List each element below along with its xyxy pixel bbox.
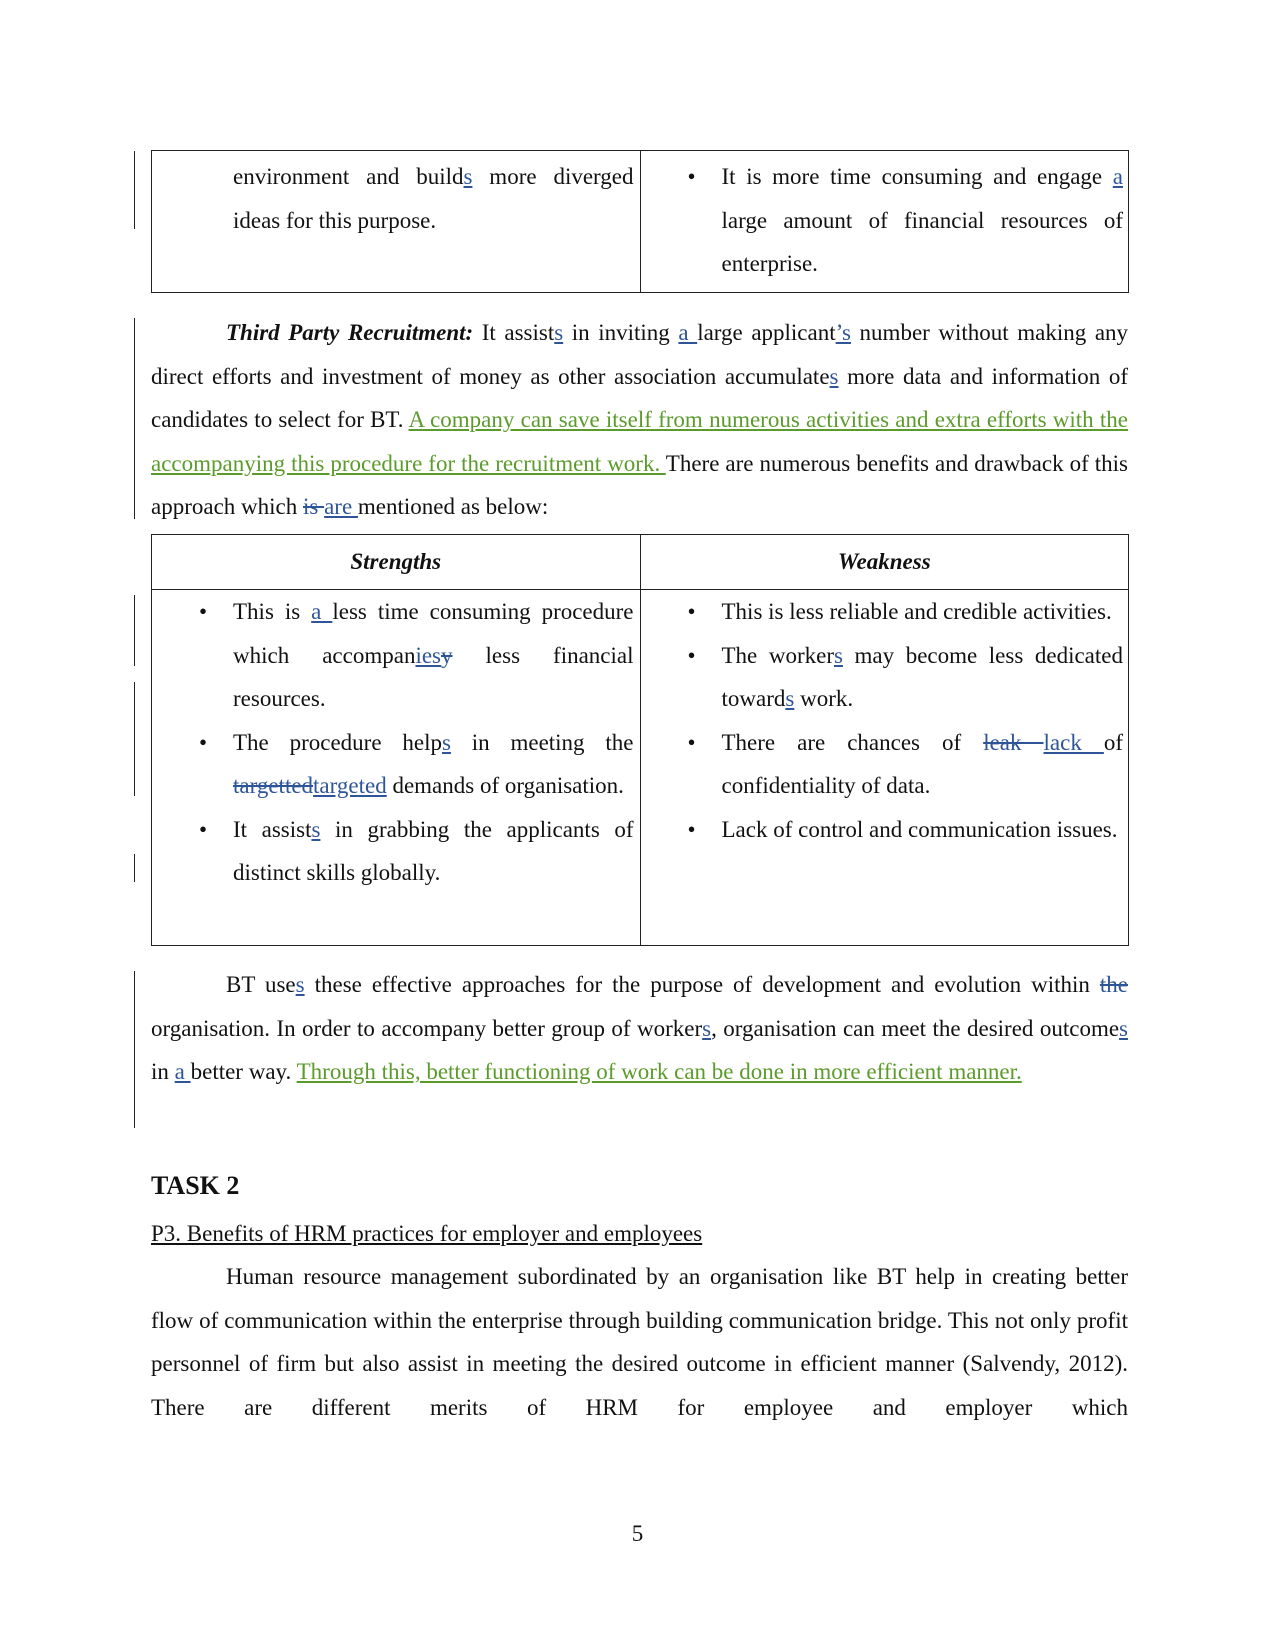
inserted-text: s [1119,1015,1128,1041]
inserted-text: a [1112,164,1123,189]
bullet-item: • This is less reliable and credible acti… [688,590,1124,634]
bullet-icon: • [687,599,696,624]
bullet-item: • There are chances of leak lack of confi… [688,721,1124,808]
text-run: This is [233,599,312,624]
change-bar [134,682,136,796]
inserted-text: lack [1043,729,1104,755]
text-run: organisation. In order to accompany bett… [151,1015,703,1041]
text-run: better way. [190,1059,297,1084]
inserted-text: s [441,729,451,755]
task-heading: TASK 2 [151,1171,240,1200]
bullet-icon: • [199,816,208,842]
inserted-text: a [311,599,333,624]
change-bar [134,971,136,1128]
bullet-item: • The procedure helps in meeting the targ… [199,721,634,808]
deleted-text: targetted [233,773,314,798]
inserted-text: s [833,642,843,668]
text-run: work. [794,686,854,711]
bullet-list: • It is more time consuming and engage a … [688,155,1124,286]
text-run: It assist [473,320,555,345]
bullet-icon: • [687,816,696,842]
bullet-icon: • [199,599,208,624]
text-run: There are chances of [721,729,984,755]
page-number: 5 [631,1521,644,1546]
weakness-cell: • This is less reliable and credible acti… [639,589,1129,946]
change-bar [134,854,136,882]
deleted-text: the [1099,972,1128,997]
text-run: in [151,1059,175,1084]
bullet-icon: • [199,729,208,755]
inserted-text: a [174,1059,191,1084]
inserted-text: s [554,320,564,345]
bullet-icon: • [687,729,696,755]
change-bar [134,595,136,666]
text-run: these effective approaches for the purpo… [304,972,1100,997]
moved-text: Through this, better functioning of work… [296,1059,1022,1084]
text-run: The worker [721,642,834,668]
text-run: large amount of financial resources of e… [721,207,1124,277]
paragraph-third-party-recruitment: Third Party Recruitment: It assists in i… [151,311,1128,529]
section-heading: P3. Benefits of HRM practices for employ… [151,1221,703,1246]
text-run: BT use [226,972,296,997]
weakness-list: • This is less reliable and credible acti… [688,590,1124,852]
inserted-text: are [324,494,358,519]
bullet-icon: • [687,164,696,189]
inserted-text: s [829,363,839,389]
text-run: , organisation can meet the desired outc… [711,1015,1120,1041]
text-run: large applicant [697,320,836,345]
inserted-text: a [678,320,698,345]
text-run: Human resource management subordinated b… [151,1264,1128,1420]
inserted-text: ies [415,642,442,668]
strengths-list: • This is a less time consuming procedure… [199,590,634,895]
inserted-text: ’s [835,320,851,345]
text-run: It assist [233,816,312,842]
deleted-text: is [303,494,325,519]
paragraph-bt-approaches: BT uses these effective approaches for t… [151,963,1128,1094]
strengths-cell: • This is a less time consuming procedure… [151,589,641,946]
text-run: demands of organisation. [386,773,624,798]
inserted-text: targeted [313,773,387,798]
bullet-item: • Lack of control and communication issue… [688,808,1124,852]
inserted-text: s [295,972,305,997]
bullet-item: • It assists in grabbing the applicants o… [199,808,634,895]
deleted-text: y [441,642,453,668]
inserted-text: s [785,686,795,711]
text-run: in meeting the [450,729,634,755]
table-cell-left: environment and builds more diverged ide… [151,150,641,293]
cell-text: environment and builds more diverged ide… [233,155,634,242]
bullet-item: • This is a less time consuming procedure… [199,590,634,721]
change-bar [134,151,136,229]
text-run: Lack of control and communication issues… [721,816,1118,842]
change-bar [134,318,136,519]
paragraph-hrm-benefits: Human resource management subordinated b… [151,1255,1128,1429]
bold-italic-label: Third Party Recruitment: [226,320,474,345]
bullet-item: • The workers may become less dedicated t… [688,634,1124,721]
inserted-text: s [702,1015,712,1041]
header-strengths: Strengths [151,534,641,590]
deleted-text: leak [983,729,1044,755]
text-run: in inviting [563,320,679,345]
header-weakness: Weakness [639,534,1129,590]
text-run: It is more time consuming and engage [721,164,1113,189]
text-run: mentioned as below: [357,494,549,519]
bullet-icon: • [687,642,696,668]
strengths-weakness-table: Strengths Weakness • This is a less time … [151,534,1129,946]
text-run: environment and build [233,164,464,189]
comparison-table-continued: environment and builds more diverged ide… [151,150,1129,293]
bullet-item: • It is more time consuming and engage a … [688,155,1124,286]
text-run: This is less reliable and credible activ… [721,599,1112,624]
table-cell-right: • It is more time consuming and engage a … [639,150,1129,293]
text-run: The procedure help [233,729,442,755]
